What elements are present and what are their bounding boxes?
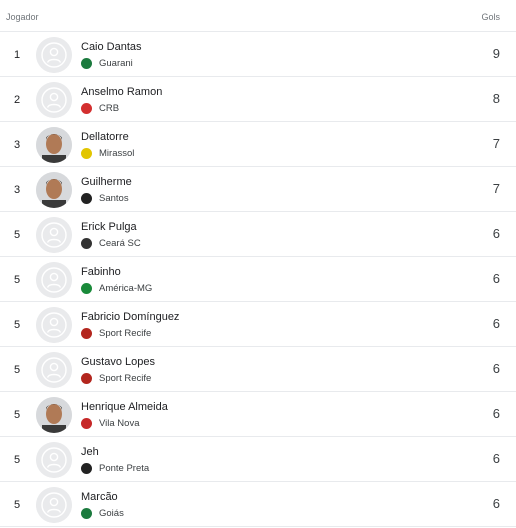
- goals-value: 7: [492, 136, 500, 151]
- table-row[interactable]: 5 Fabricio Domínguez Sport Recife 6: [0, 302, 516, 347]
- sport-recife-crest-icon: [81, 373, 92, 384]
- team-info: Ponte Preta: [81, 462, 149, 475]
- rank: 1: [14, 49, 21, 61]
- team-name: Santos: [99, 193, 129, 204]
- goals-value: 6: [492, 361, 500, 376]
- table-row[interactable]: 3 Dellatorre Mirassol 7: [0, 122, 516, 167]
- team-info: Santos: [81, 192, 129, 205]
- team-info: Sport Recife: [81, 327, 151, 340]
- crb-crest-icon: [81, 103, 92, 114]
- team-info: Guarani: [81, 57, 133, 70]
- team-name: Ponte Preta: [99, 463, 150, 474]
- mirassol-crest-icon: [81, 148, 92, 159]
- team-info: América-MG: [81, 282, 152, 295]
- player-avatar-placeholder-icon: [36, 307, 72, 343]
- player-name: Erick Pulga: [81, 221, 137, 233]
- team-info: CRB: [81, 102, 119, 115]
- player-name: Jeh: [81, 446, 99, 458]
- rank: 2: [14, 94, 21, 106]
- goals-value: 6: [492, 451, 500, 466]
- player-avatar-placeholder-icon: [36, 37, 72, 73]
- team-name: CRB: [99, 103, 120, 114]
- team-info: Vila Nova: [81, 417, 140, 430]
- player-name: Guilherme: [81, 176, 132, 188]
- player-name: Fabricio Domínguez: [81, 311, 180, 323]
- team-name: Guarani: [99, 58, 133, 69]
- team-info: Sport Recife: [81, 372, 151, 385]
- player-photo: [36, 172, 72, 208]
- table-row[interactable]: 1 Caio Dantas Guarani 9: [0, 32, 516, 77]
- rank: 5: [14, 319, 21, 331]
- rank: 5: [14, 409, 21, 421]
- rank: 3: [14, 184, 21, 196]
- goals-column-header: Gols: [481, 12, 500, 22]
- goals-value: 6: [492, 226, 500, 241]
- player-name: Fabinho: [81, 266, 121, 278]
- table-row[interactable]: 5 Erick Pulga Ceará SC 6: [0, 212, 516, 257]
- team-name: Goiás: [99, 508, 124, 519]
- player-name: Anselmo Ramon: [81, 86, 163, 98]
- guarani-crest-icon: [81, 58, 92, 69]
- table-row[interactable]: 5 Gustavo Lopes Sport Recife 6: [0, 347, 516, 392]
- team-name: Ceará SC: [99, 238, 141, 249]
- player-avatar-placeholder-icon: [36, 487, 72, 523]
- goals-value: 6: [492, 316, 500, 331]
- rank: 3: [14, 139, 21, 151]
- table-row[interactable]: 5 Henrique Almeida Vila Nova 6: [0, 392, 516, 437]
- team-name: Sport Recife: [99, 328, 152, 339]
- goals-value: 6: [492, 496, 500, 511]
- scorers-list: 1 Caio Dantas Guarani 9 2 Anselmo Ramon CRB 8 3 D…: [0, 32, 516, 527]
- team-info: Goiás: [81, 507, 124, 520]
- goals-value: 7: [492, 181, 500, 196]
- player-column-header: Jogador: [6, 12, 39, 22]
- rank: 5: [14, 274, 21, 286]
- player-photo: [36, 127, 72, 163]
- goals-value: 8: [492, 91, 500, 106]
- team-name: Vila Nova: [99, 418, 140, 429]
- goias-crest-icon: [81, 508, 92, 519]
- ponte-preta-crest-icon: [81, 463, 92, 474]
- rank: 5: [14, 499, 21, 511]
- rank: 5: [14, 229, 21, 241]
- ceara-crest-icon: [81, 238, 92, 249]
- table-row[interactable]: 5 Marcão Goiás 6: [0, 482, 516, 527]
- rank: 5: [14, 454, 21, 466]
- player-name: Caio Dantas: [81, 41, 142, 53]
- player-avatar-placeholder-icon: [36, 82, 72, 118]
- vila-nova-crest-icon: [81, 418, 92, 429]
- table-row[interactable]: 5 Jeh Ponte Preta 6: [0, 437, 516, 482]
- table-header: Jogador Gols: [0, 0, 516, 32]
- goals-value: 6: [492, 271, 500, 286]
- player-name: Gustavo Lopes: [81, 356, 155, 368]
- player-avatar-placeholder-icon: [36, 352, 72, 388]
- team-name: Sport Recife: [99, 373, 152, 384]
- america-mg-crest-icon: [81, 283, 92, 294]
- goals-value: 6: [492, 406, 500, 421]
- player-avatar-placeholder-icon: [36, 262, 72, 298]
- team-info: Mirassol: [81, 147, 134, 160]
- player-name: Marcão: [81, 491, 118, 503]
- table-row[interactable]: 5 Fabinho América-MG 6: [0, 257, 516, 302]
- santos-crest-icon: [81, 193, 92, 204]
- player-name: Henrique Almeida: [81, 401, 168, 413]
- player-avatar-placeholder-icon: [36, 442, 72, 478]
- table-row[interactable]: 2 Anselmo Ramon CRB 8: [0, 77, 516, 122]
- table-row[interactable]: 3 Guilherme Santos 7: [0, 167, 516, 212]
- player-name: Dellatorre: [81, 131, 129, 143]
- sport-recife-crest-icon: [81, 328, 92, 339]
- rank: 5: [14, 364, 21, 376]
- player-photo: [36, 397, 72, 433]
- team-name: Mirassol: [99, 148, 135, 159]
- player-avatar-placeholder-icon: [36, 217, 72, 253]
- team-name: América-MG: [99, 283, 153, 294]
- goals-value: 9: [492, 46, 500, 61]
- team-info: Ceará SC: [81, 237, 141, 250]
